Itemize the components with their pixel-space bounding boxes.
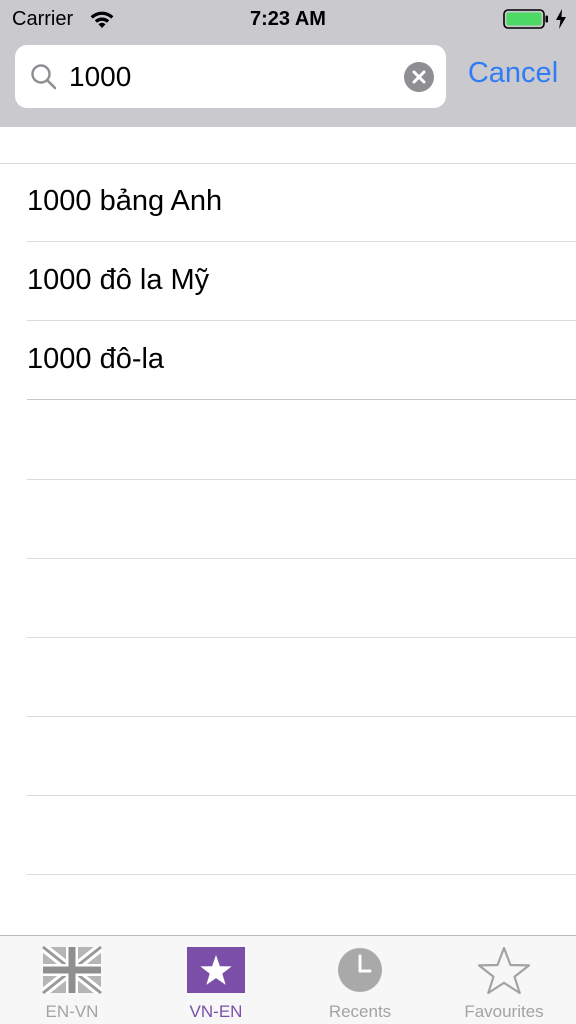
list-item[interactable]: 1000 đô la Mỹ: [0, 242, 576, 321]
search-icon: [31, 64, 57, 90]
search-bar[interactable]: [15, 45, 446, 108]
clear-x-icon: [412, 70, 426, 84]
list-item[interactable]: 1000 đô-la: [0, 321, 576, 400]
tab-en-vn[interactable]: EN-VN: [0, 936, 144, 1024]
list-item-label: 1000 đô la Mỹ: [27, 264, 210, 296]
empty-row-divider: [27, 558, 576, 559]
list-item-label: 1000 đô-la: [27, 343, 165, 375]
list-item[interactable]: 1000 bảng Anh: [0, 163, 576, 242]
tab-vn-en[interactable]: VN-EN: [144, 936, 288, 1024]
search-header: Carrier 7:23 AM Cancel: [0, 0, 576, 127]
tab-favourites[interactable]: Favourites: [432, 936, 576, 1024]
row-divider: [27, 399, 576, 400]
empty-row-divider: [27, 874, 576, 875]
tab-label: Favourites: [464, 1002, 544, 1021]
star-outline-icon: [477, 946, 531, 994]
clock-time: 7:23 AM: [250, 8, 326, 30]
vn-flag-icon: [187, 947, 245, 993]
tab-recents[interactable]: Recents: [288, 936, 432, 1024]
clear-search-button[interactable]: [404, 62, 434, 92]
empty-row-divider: [27, 716, 576, 717]
tab-label: VN-EN: [189, 1002, 243, 1021]
results-list: 1000 bảng Anh 1000 đô la Mỹ 1000 đô-la: [0, 127, 576, 935]
battery-icon: [503, 9, 548, 29]
charging-bolt-icon: [556, 9, 566, 29]
tab-bar: EN-VN VN-EN Recents Favourites: [0, 935, 576, 1024]
tab-label: Recents: [328, 1002, 392, 1021]
status-bar: Carrier 7:23 AM: [0, 0, 576, 40]
clock-icon: [338, 948, 382, 992]
list-item-label: 1000 bảng Anh: [27, 185, 223, 217]
empty-row-divider: [27, 795, 576, 796]
search-input[interactable]: [69, 55, 399, 99]
empty-row-divider: [27, 479, 576, 480]
uk-flag-icon: [42, 946, 102, 994]
empty-row-divider: [27, 637, 576, 638]
cancel-button[interactable]: Cancel: [458, 57, 568, 97]
tab-label: EN-VN: [45, 1002, 99, 1021]
